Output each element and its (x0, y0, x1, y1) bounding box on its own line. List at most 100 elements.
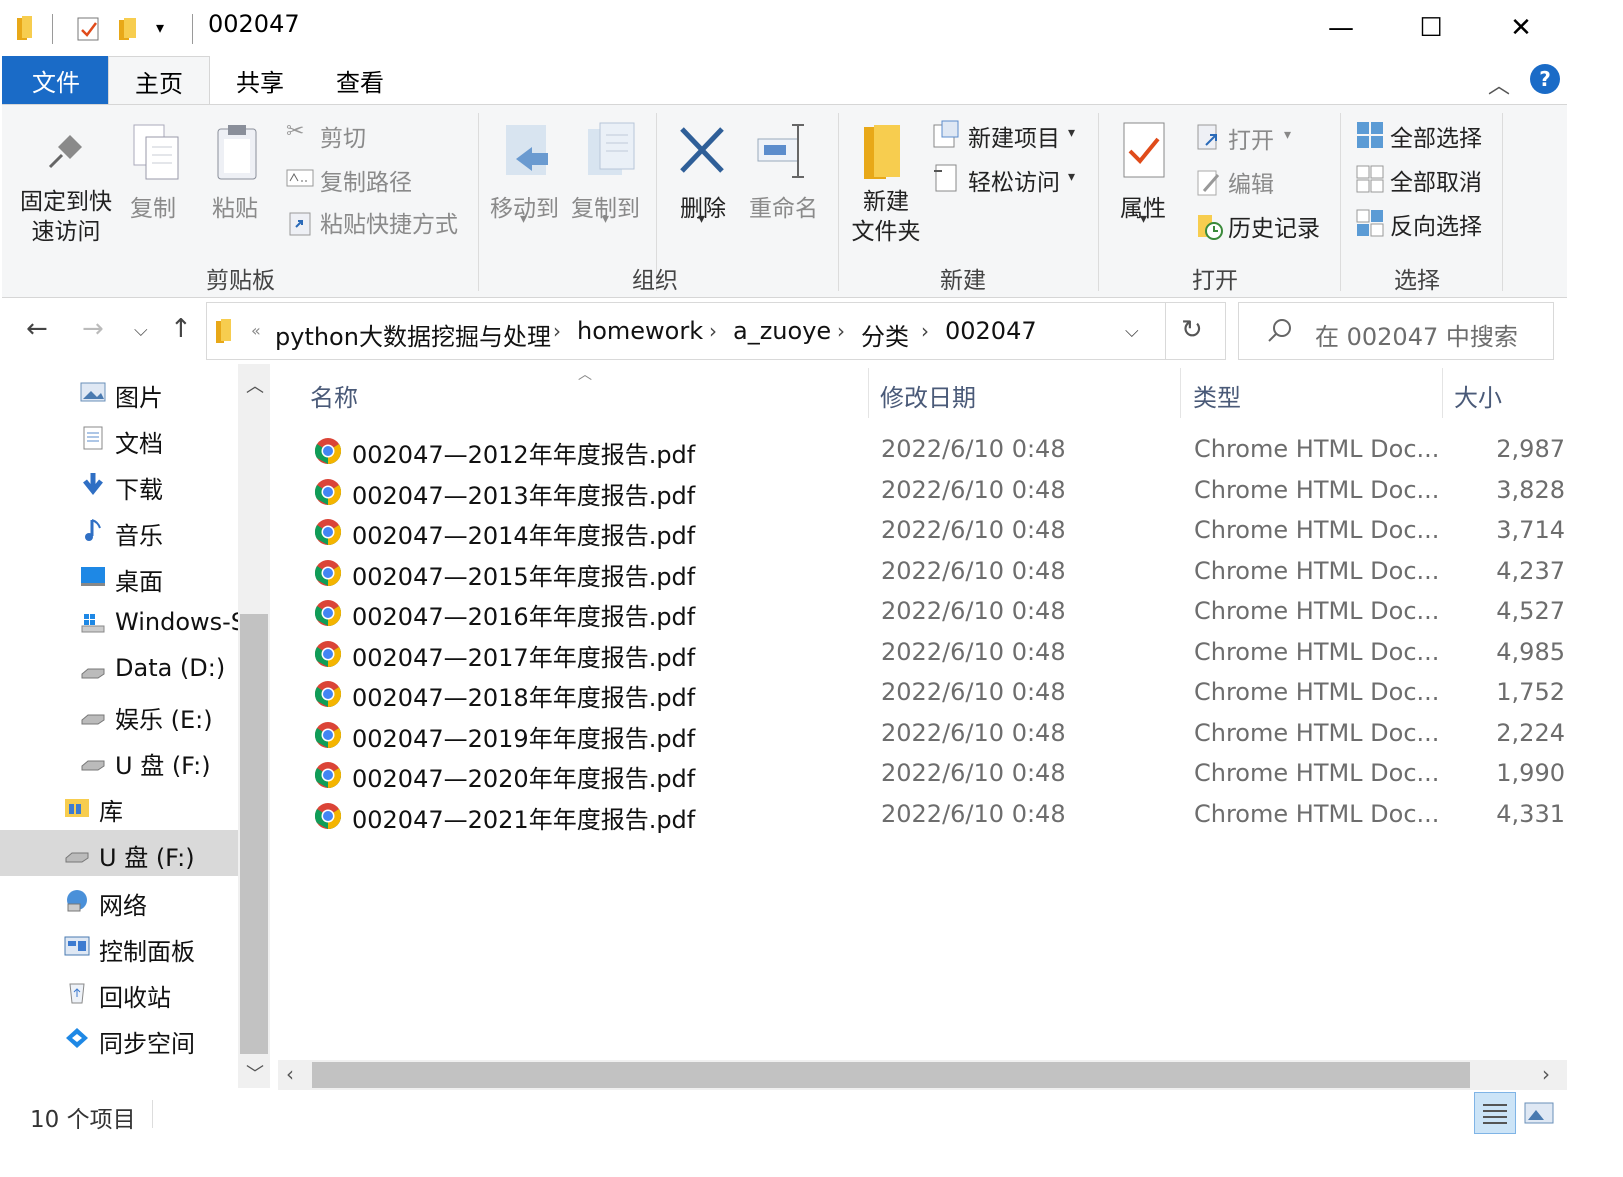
paste-shortcut-button[interactable]: 粘贴快捷方式 (320, 205, 458, 239)
nav-item[interactable]: 文档 (0, 416, 240, 462)
column-separator[interactable] (1180, 368, 1181, 418)
table-row[interactable]: 002047—2018年年度报告.pdf 2022/6/10 0:48 Chrome… (272, 673, 1567, 713)
new-item-button[interactable]: 新建项目 (968, 119, 1060, 153)
nav-item[interactable]: 桌面 (0, 554, 240, 600)
customize-quick-access-icon[interactable]: ▾ (156, 18, 182, 46)
minimize-button[interactable]: — (1296, 0, 1386, 56)
paste-button[interactable]: 粘贴 (212, 189, 258, 223)
folder-icon (215, 317, 235, 349)
column-separator[interactable] (1442, 368, 1443, 418)
invert-selection-button[interactable]: 反向选择 (1390, 207, 1482, 241)
easy-access-button[interactable]: 轻松访问 (968, 163, 1060, 197)
nav-item[interactable]: 娱乐 (E:) (0, 692, 240, 738)
large-icons-view-button[interactable] (1522, 1096, 1556, 1134)
copy-path-button[interactable]: 复制路径 (320, 163, 412, 197)
nav-item-label: 下载 (115, 476, 163, 504)
nav-item[interactable]: 图片 (0, 370, 240, 416)
breadcrumb-item[interactable]: homework (577, 317, 703, 345)
table-row[interactable]: 002047—2014年年度报告.pdf 2022/6/10 0:48 Chrome… (272, 511, 1567, 551)
nav-item[interactable]: 回收站 (0, 970, 240, 1016)
collapse-ribbon-icon[interactable]: ︿ (1488, 68, 1510, 100)
forward-arrow-icon[interactable]: → (82, 314, 104, 344)
overflow-chevron-icon[interactable]: « (251, 321, 261, 340)
group-label-select: 选择 (1394, 268, 1440, 294)
scrollbar-thumb[interactable] (312, 1062, 1470, 1088)
tab-file[interactable]: 文件 (2, 56, 110, 104)
new-folder-button[interactable]: 新建 文件夹 (848, 187, 924, 247)
scroll-left-icon[interactable]: ‹ (286, 1062, 294, 1086)
folder-icon (14, 14, 40, 42)
new-item-icon (932, 119, 962, 153)
address-history-chevron-icon[interactable]: ⌵ (1125, 321, 1139, 342)
nav-item[interactable]: U 盘 (F:) (0, 830, 240, 876)
file-date: 2022/6/10 0:48 (881, 718, 1066, 747)
nav-item[interactable]: U 盘 (F:) (0, 738, 240, 784)
rename-button[interactable]: 重命名 (749, 189, 818, 223)
table-row[interactable]: 002047—2012年年度报告.pdf 2022/6/10 0:48 Chrome… (272, 430, 1567, 470)
address-bar[interactable]: « python大数据挖掘与处理 › homework › a_zuoye › … (206, 302, 1226, 360)
tab-view[interactable]: 查看 (312, 56, 408, 104)
search-box[interactable]: 在 002047 中搜索 (1238, 302, 1554, 360)
recent-locations-chevron-icon[interactable]: ⌵ (134, 320, 148, 341)
column-header-type[interactable]: 类型 (1193, 378, 1241, 413)
nav-item[interactable]: Data (D:) (0, 646, 240, 692)
nav-item[interactable]: Windows-S (0, 600, 240, 646)
nav-item[interactable]: 同步空间 (0, 1016, 240, 1062)
large-icons-view-icon (1524, 1102, 1554, 1124)
scrollbar-thumb[interactable] (240, 614, 268, 1054)
nav-scrollbar[interactable]: ︿ ﹀ (238, 364, 270, 1088)
details-view-button[interactable] (1474, 1092, 1516, 1134)
back-arrow-icon[interactable]: ← (26, 314, 48, 344)
table-row[interactable]: 002047—2019年年度报告.pdf 2022/6/10 0:48 Chrome… (272, 714, 1567, 754)
tab-share[interactable]: 共享 (212, 56, 308, 104)
history-button[interactable]: 历史记录 (1228, 209, 1320, 243)
close-button[interactable]: ✕ (1476, 0, 1566, 56)
scroll-up-icon[interactable]: ︿ (246, 372, 264, 398)
group-separator (1098, 113, 1099, 291)
table-row[interactable]: 002047—2021年年度报告.pdf 2022/6/10 0:48 Chrome… (272, 795, 1567, 835)
file-name: 002047—2012年年度报告.pdf (352, 441, 696, 469)
nav-item[interactable]: 库 (0, 784, 240, 830)
column-header-name[interactable]: 名称 (310, 378, 358, 413)
column-separator[interactable] (868, 368, 869, 418)
cut-button[interactable]: 剪切 (320, 119, 366, 153)
scroll-right-icon[interactable]: › (1542, 1062, 1550, 1086)
breadcrumb-chevron-icon[interactable]: › (709, 319, 717, 343)
breadcrumb-chevron-icon[interactable]: › (837, 319, 845, 343)
edit-button[interactable]: 编辑 (1228, 165, 1274, 199)
nav-item[interactable]: 网络 (0, 878, 240, 924)
breadcrumb-item[interactable]: 分类 (861, 317, 909, 352)
help-icon[interactable]: ? (1530, 64, 1560, 94)
breadcrumb-chevron-icon[interactable]: › (553, 319, 561, 343)
properties-quick-icon[interactable] (76, 14, 102, 42)
nav-item-label: U 盘 (F:) (115, 752, 211, 780)
breadcrumb-item[interactable]: a_zuoye (733, 317, 831, 345)
new-folder-quick-icon[interactable] (116, 14, 142, 42)
column-header-size[interactable]: 大小 (1454, 378, 1502, 413)
nav-item[interactable]: 音乐 (0, 508, 240, 554)
select-none-button[interactable]: 全部取消 (1390, 163, 1482, 197)
nav-item[interactable]: 控制面板 (0, 924, 240, 970)
breadcrumb-item-current[interactable]: 002047 (945, 317, 1037, 345)
breadcrumb-item[interactable]: python大数据挖掘与处理 (275, 317, 551, 352)
table-row[interactable]: 002047—2017年年度报告.pdf 2022/6/10 0:48 Chrome… (272, 633, 1567, 673)
table-row[interactable]: 002047—2013年年度报告.pdf 2022/6/10 0:48 Chrome… (272, 471, 1567, 511)
select-all-button[interactable]: 全部选择 (1390, 119, 1482, 153)
open-button[interactable]: 打开 (1228, 121, 1274, 155)
maximize-button[interactable]: ☐ (1386, 0, 1476, 56)
up-arrow-icon[interactable]: ↑ (170, 314, 192, 344)
file-name: 002047—2015年年度报告.pdf (352, 562, 696, 591)
nav-item[interactable]: 下载 (0, 462, 240, 508)
tab-home[interactable]: 主页 (108, 56, 210, 105)
control-panel-icon (64, 934, 90, 958)
refresh-icon[interactable]: ↻ (1181, 315, 1203, 345)
table-row[interactable]: 002047—2016年年度报告.pdf 2022/6/10 0:48 Chrome… (272, 592, 1567, 632)
horizontal-scrollbar[interactable]: ‹ › (278, 1060, 1567, 1090)
pin-to-quick-access-button[interactable]: 固定到快 速访问 (18, 187, 114, 247)
table-row[interactable]: 002047—2015年年度报告.pdf 2022/6/10 0:48 Chrome… (272, 552, 1567, 592)
column-header-date[interactable]: 修改日期 (880, 378, 976, 413)
copy-button[interactable]: 复制 (130, 189, 176, 223)
breadcrumb-chevron-icon[interactable]: › (921, 319, 929, 343)
table-row[interactable]: 002047—2020年年度报告.pdf 2022/6/10 0:48 Chrome… (272, 754, 1567, 794)
scroll-down-icon[interactable]: ﹀ (246, 1060, 264, 1086)
